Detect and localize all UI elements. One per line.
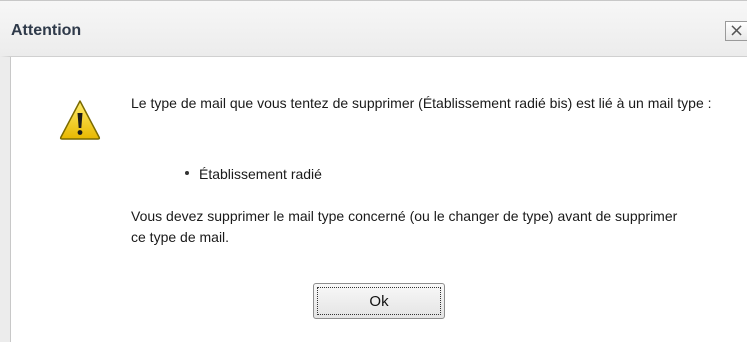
linked-item: Établissement radié xyxy=(185,164,322,185)
close-icon: × xyxy=(728,20,745,41)
close-button[interactable]: × xyxy=(725,21,747,41)
linked-item-label: Établissement radié xyxy=(199,166,322,182)
bullet-icon xyxy=(185,171,189,176)
warning-icon xyxy=(59,100,101,140)
message-intro: Le type de mail que vous tentez de suppr… xyxy=(131,95,712,111)
ok-button[interactable]: Ok xyxy=(313,283,445,319)
dialog-titlebar: Attention × xyxy=(0,0,747,56)
attention-dialog: Attention × Le type de mail que vous ten… xyxy=(0,0,747,342)
message-instruction: Vous devez supprimer le mail type concer… xyxy=(131,208,678,245)
ok-button-label: Ok xyxy=(317,287,441,315)
dialog-title: Attention xyxy=(11,22,82,39)
